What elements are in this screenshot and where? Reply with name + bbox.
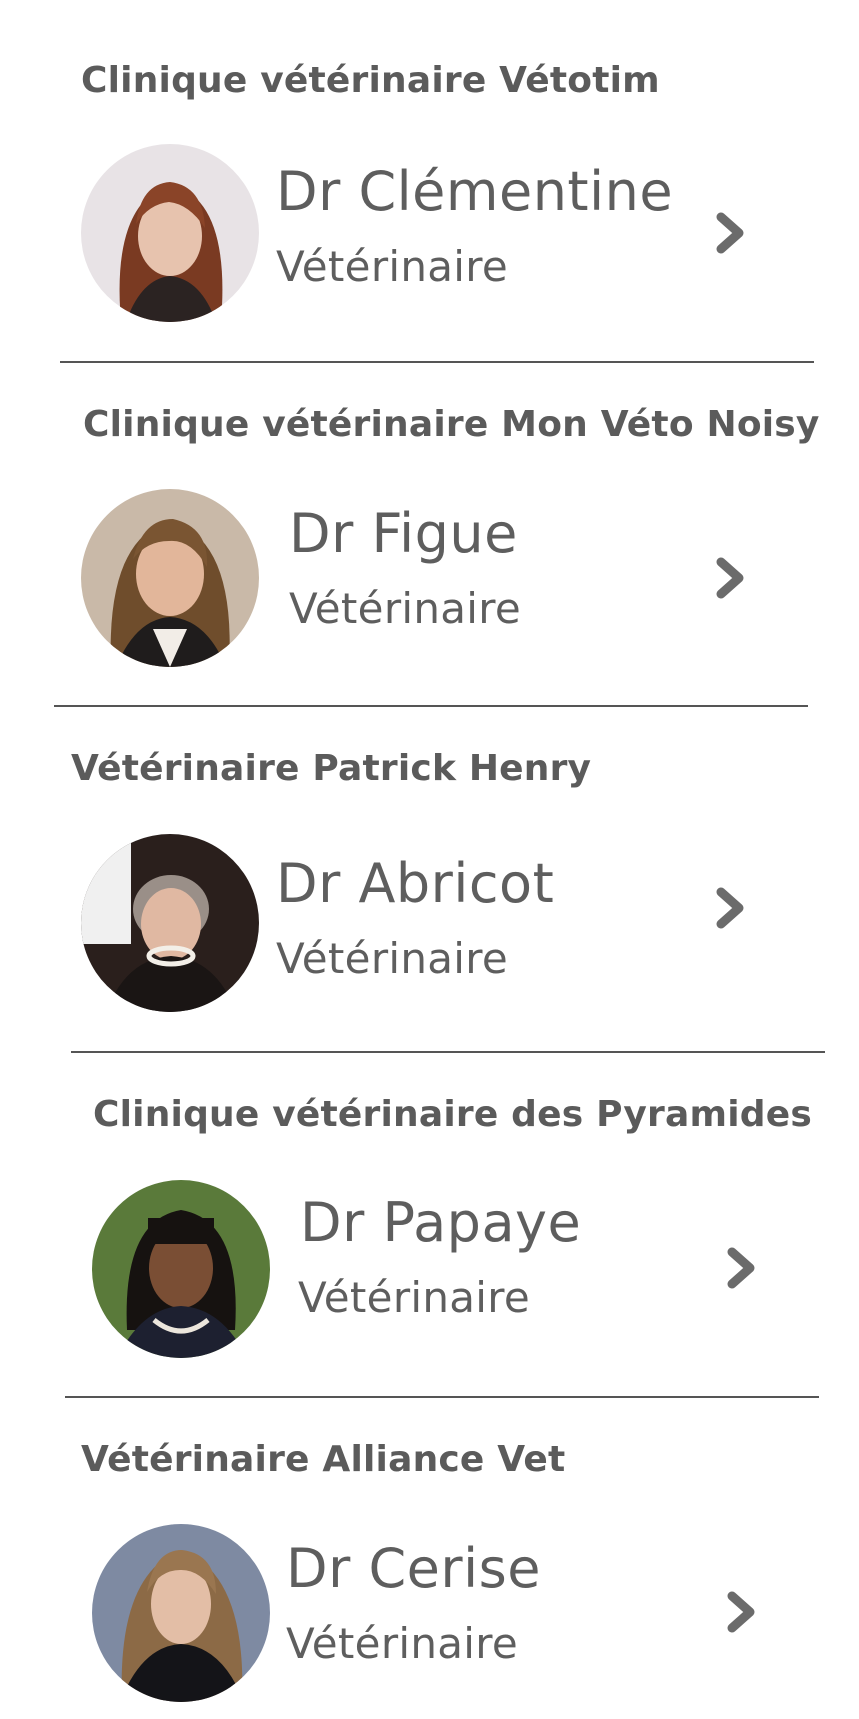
chevron-right-icon[interactable] — [724, 1590, 758, 1634]
clinic-name: Vétérinaire Patrick Henry — [71, 748, 592, 789]
vet-card-2[interactable]: Clinique vétérinaire Mon Véto Noisy Dr F… — [0, 362, 859, 706]
chevron-right-icon[interactable] — [713, 886, 747, 930]
clinic-name: Clinique vétérinaire Vétotim — [81, 60, 660, 101]
doctor-role: Vétérinaire — [298, 1273, 531, 1322]
vet-card-4[interactable]: Clinique vétérinaire des Pyramides Dr Pa… — [0, 1052, 859, 1397]
chevron-right-icon[interactable] — [713, 211, 747, 255]
doctor-name: Dr Figue — [289, 502, 518, 565]
vet-card-1[interactable]: Clinique vétérinaire Vétotim Dr Clémenti… — [0, 0, 859, 362]
chevron-right-icon[interactable] — [713, 556, 747, 600]
doctor-name: Dr Cerise — [286, 1537, 541, 1600]
doctor-name: Dr Papaye — [300, 1191, 582, 1254]
doctor-avatar — [92, 1180, 270, 1358]
doctor-avatar — [81, 489, 259, 667]
vet-card-3[interactable]: Vétérinaire Patrick Henry Dr Abricot Vét… — [0, 706, 859, 1052]
doctor-avatar — [92, 1524, 270, 1702]
clinic-name: Vétérinaire Alliance Vet — [81, 1439, 566, 1480]
chevron-right-icon[interactable] — [724, 1246, 758, 1290]
doctor-avatar — [81, 144, 259, 322]
doctor-role: Vétérinaire — [276, 934, 509, 983]
clinic-name: Clinique vétérinaire Mon Véto Noisy — [83, 404, 820, 445]
doctor-name: Dr Clémentine — [276, 160, 674, 223]
clinic-name: Clinique vétérinaire des Pyramides — [93, 1094, 812, 1135]
doctor-avatar — [81, 834, 259, 1012]
vet-card-5[interactable]: Vétérinaire Alliance Vet Dr Cerise Vétér… — [0, 1397, 859, 1719]
doctor-role: Vétérinaire — [286, 1619, 519, 1668]
doctor-role: Vétérinaire — [276, 242, 509, 291]
doctor-name: Dr Abricot — [276, 852, 555, 915]
doctor-role: Vétérinaire — [289, 584, 522, 633]
